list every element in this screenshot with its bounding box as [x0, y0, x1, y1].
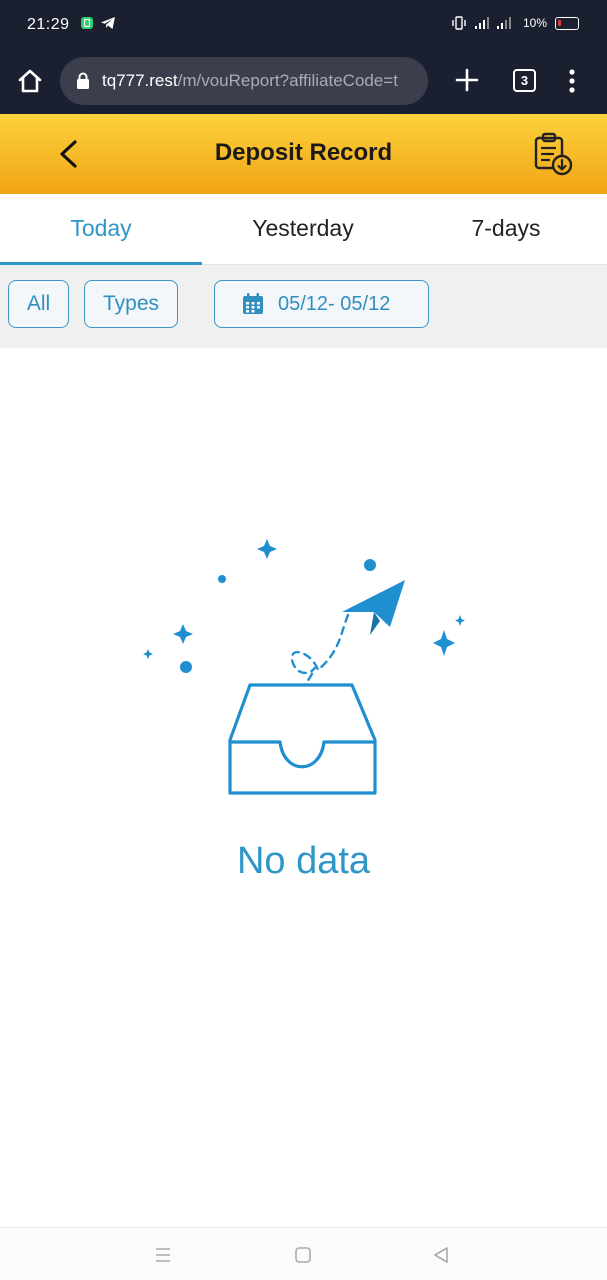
home-nav-icon[interactable]: [292, 1244, 314, 1266]
battery-icon: [555, 16, 579, 30]
status-bar: 21:29 10%: [0, 0, 607, 52]
new-tab-icon[interactable]: [452, 65, 482, 95]
empty-state-text: No data: [236, 840, 371, 882]
empty-inbox-illustration: [143, 539, 465, 795]
recent-apps-icon[interactable]: [152, 1244, 174, 1266]
calendar-icon: [243, 293, 263, 314]
more-menu-icon[interactable]: [562, 66, 582, 96]
date-range-text: 05/12- 05/12: [278, 293, 391, 315]
status-right-icons: 10%: [451, 16, 579, 30]
vibrate-icon: [452, 16, 466, 30]
tab-switcher-button[interactable]: 3: [513, 69, 536, 92]
tab-7-days[interactable]: 7-days: [405, 194, 607, 265]
system-nav-bar: [0, 1227, 607, 1280]
clipboard-download-icon[interactable]: [530, 130, 576, 178]
date-range-picker[interactable]: 05/12- 05/12: [214, 280, 429, 328]
battery-level: 10%: [522, 16, 547, 30]
tab-yesterday[interactable]: Yesterday: [202, 194, 404, 265]
back-nav-icon[interactable]: [430, 1244, 452, 1266]
app-header: Deposit Record: [0, 114, 607, 194]
status-time: 21:29: [27, 16, 70, 33]
telegram-icon: [101, 17, 115, 29]
status-left-icons: [80, 16, 116, 30]
filter-bar: All Types 05/12- 05/12: [0, 265, 607, 348]
filter-types-button[interactable]: Types: [84, 280, 178, 328]
filter-all-button[interactable]: All: [8, 280, 69, 328]
url-text: tq777.rest/m/vouReport?affiliateCode=t: [102, 71, 398, 91]
home-icon[interactable]: [14, 65, 46, 97]
signal-icon: [474, 17, 511, 29]
url-path: /m/vouReport?affiliateCode=t: [177, 71, 398, 90]
app-notification-icon: [81, 17, 93, 29]
tab-today[interactable]: Today: [0, 194, 202, 265]
lock-icon: [77, 72, 89, 89]
browser-toolbar: tq777.rest/m/vouReport?affiliateCode=t 3: [0, 52, 607, 114]
url-host: tq777.rest: [102, 71, 178, 90]
page-title: Deposit Record: [214, 139, 393, 166]
address-bar[interactable]: tq777.rest/m/vouReport?affiliateCode=t: [60, 57, 428, 105]
date-tabs: Today Yesterday 7-days: [0, 194, 607, 265]
